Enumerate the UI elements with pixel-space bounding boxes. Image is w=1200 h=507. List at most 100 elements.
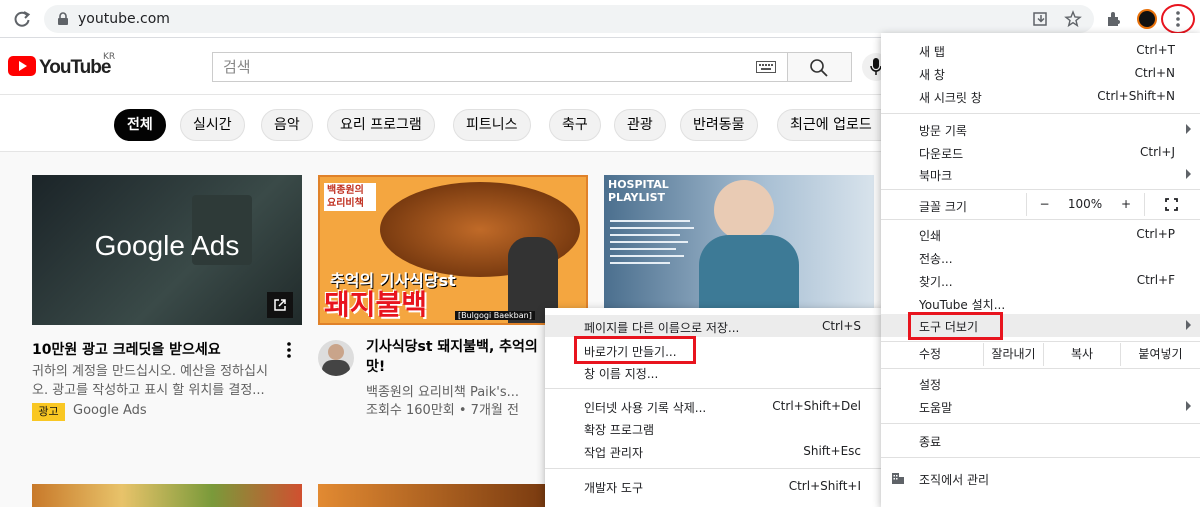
paste-button[interactable]: 붙여넣기	[1120, 343, 1200, 366]
separator	[881, 368, 1200, 369]
video-desc-line2: 오. 광고를 작성하고 표시 할 위치를 결정...	[32, 383, 265, 398]
chip-live[interactable]: 실시간	[180, 109, 245, 141]
thumbnail-track-list	[610, 215, 698, 285]
edit-label: 수정	[919, 347, 942, 361]
thumbnail-doctor-face	[714, 180, 774, 240]
separator	[881, 457, 1200, 458]
separator	[881, 113, 1200, 114]
separator	[881, 189, 1200, 190]
chevron-right-icon	[1186, 320, 1191, 330]
menu-extensions[interactable]: 확장 프로그램	[545, 417, 885, 439]
search-input[interactable]	[213, 53, 753, 81]
menu-downloads[interactable]: 다운로드 Ctrl+J	[881, 141, 1200, 164]
avatar-face	[328, 344, 344, 360]
thumbnail-google-ads-text: Google Ads	[94, 230, 240, 261]
chrome-menu-icon[interactable]	[1172, 10, 1184, 28]
search-icon	[810, 59, 828, 77]
reload-icon[interactable]	[12, 9, 32, 29]
menu-cast[interactable]: 전송...	[881, 246, 1200, 269]
channel-name[interactable]: 백종원의 요리비책 Paik's...	[366, 383, 546, 402]
lock-icon[interactable]	[56, 12, 70, 26]
external-link-icon	[274, 299, 286, 311]
separator	[545, 468, 885, 469]
zoom-row: 글꼴 크기 − 100% +	[881, 193, 1200, 216]
chip-fitness[interactable]: 피트니스	[453, 109, 531, 141]
video-thumbnail-hospital-playlist[interactable]: HOSPITAL PLAYLIST	[604, 175, 874, 325]
youtube-logo-text: YouTube	[39, 57, 111, 78]
more-tools-submenu: 페이지를 다른 이름으로 저장... Ctrl+S 바로가기 만들기... 창 이…	[545, 308, 885, 507]
fullscreen-button[interactable]	[1144, 193, 1200, 216]
video-title-line2[interactable]: 맛!	[366, 357, 546, 377]
video-thumbnail-row2-1[interactable]	[32, 484, 302, 507]
copy-button[interactable]: 복사	[1043, 343, 1120, 366]
video-thumbnail-bulgogi[interactable]: 백종원의 요리비책 추억의 기사식당st 돼지불백 [Bulgogi Baekb…	[318, 175, 588, 325]
chip-pets[interactable]: 반려동물	[680, 109, 758, 141]
menu-managed-by-org[interactable]: 조직에서 관리	[881, 467, 1200, 490]
chevron-right-icon	[1186, 401, 1191, 411]
menu-clear-browsing-data[interactable]: 인터넷 사용 기록 삭제... Ctrl+Shift+Del	[545, 395, 885, 417]
highlight-create-shortcut	[574, 336, 696, 364]
menu-new-window[interactable]: 새 창 Ctrl+N	[881, 62, 1200, 85]
search-button[interactable]	[788, 52, 852, 82]
video-thumbnail-google-ads[interactable]: Google Ads	[32, 175, 302, 325]
chevron-right-icon	[1186, 169, 1191, 179]
separator	[545, 388, 885, 389]
video-desc-line1: 귀하의 계정을 만드십시오. 예산을 정하십시	[32, 364, 268, 379]
video-thumbnail-row2-2[interactable]	[318, 484, 545, 507]
menu-save-page[interactable]: 페이지를 다른 이름으로 저장... Ctrl+S	[545, 315, 885, 337]
fullscreen-icon	[1165, 198, 1178, 211]
menu-help[interactable]: 도움말	[881, 395, 1200, 418]
zoom-in-button[interactable]: +	[1108, 193, 1144, 216]
external-link-button[interactable]	[267, 292, 293, 318]
install-app-icon[interactable]	[1032, 10, 1050, 28]
chip-travel[interactable]: 관광	[614, 109, 666, 141]
menu-task-manager[interactable]: 작업 관리자 Shift+Esc	[545, 440, 885, 462]
menu-settings[interactable]: 설정	[881, 372, 1200, 395]
extensions-icon[interactable]	[1104, 9, 1124, 29]
thumbnail-title-text: 돼지불백	[324, 288, 428, 321]
menu-bookmarks[interactable]: 북마크	[881, 163, 1200, 186]
menu-name-window[interactable]: 창 이름 지정...	[545, 361, 885, 383]
menu-new-tab[interactable]: 새 탭 Ctrl+T	[881, 39, 1200, 62]
video-title-line1[interactable]: 기사식당st 돼지불백, 추억의	[366, 337, 546, 357]
video-title-google-ads[interactable]: 10만원 광고 크레딧을 받으세요	[32, 340, 272, 360]
profile-avatar[interactable]	[1137, 9, 1157, 29]
avatar-body	[322, 360, 350, 376]
chip-soccer[interactable]: 축구	[549, 109, 601, 141]
channel-avatar[interactable]	[318, 340, 354, 376]
chevron-right-icon	[1186, 124, 1191, 134]
menu-new-incognito[interactable]: 새 시크릿 창 Ctrl+Shift+N	[881, 85, 1200, 108]
separator	[881, 423, 1200, 424]
keyboard-icon[interactable]	[756, 61, 776, 73]
thumbnail-english-tag: [Bulgogi Baekban]	[455, 311, 535, 320]
address-bar[interactable]: youtube.com	[44, 5, 1094, 33]
thumbnail-playlist-title: HOSPITAL PLAYLIST	[608, 178, 669, 204]
chip-cooking[interactable]: 요리 프로그램	[327, 109, 435, 141]
chrome-main-menu: 새 탭 Ctrl+T 새 창 Ctrl+N 새 시크릿 창 Ctrl+Shift+N …	[881, 33, 1200, 507]
ad-channel-name[interactable]: Google Ads	[73, 403, 147, 418]
cut-button[interactable]: 잘라내기	[983, 343, 1043, 366]
menu-history[interactable]: 방문 기록	[881, 118, 1200, 141]
chip-music[interactable]: 음악	[261, 109, 313, 141]
highlight-more-tools	[908, 312, 1003, 340]
menu-developer-tools[interactable]: 개발자 도구 Ctrl+Shift+I	[545, 475, 885, 497]
separator	[881, 219, 1200, 220]
zoom-level: 100%	[1067, 197, 1103, 211]
menu-print[interactable]: 인쇄 Ctrl+P	[881, 223, 1200, 246]
zoom-label: 글꼴 크기	[919, 200, 967, 214]
ad-badge: 광고	[32, 403, 65, 421]
video-stats: 조회수 160만회 • 7개월 전	[366, 403, 519, 418]
region-label: KR	[103, 52, 116, 62]
thumbnail-channel-tag: 백종원의 요리비책	[324, 183, 376, 211]
menu-exit[interactable]: 종료	[881, 429, 1200, 452]
search-box	[212, 52, 788, 82]
url-text[interactable]: youtube.com	[78, 11, 170, 27]
building-icon	[892, 473, 904, 484]
separator	[881, 341, 1200, 342]
chip-all[interactable]: 전체	[114, 109, 166, 141]
edit-row: 수정 잘라내기 복사 붙여넣기	[881, 343, 1200, 366]
menu-find[interactable]: 찾기... Ctrl+F	[881, 269, 1200, 292]
more-options-icon[interactable]	[284, 340, 294, 360]
zoom-out-button[interactable]: −	[1026, 193, 1062, 216]
bookmark-star-icon[interactable]	[1064, 10, 1082, 28]
